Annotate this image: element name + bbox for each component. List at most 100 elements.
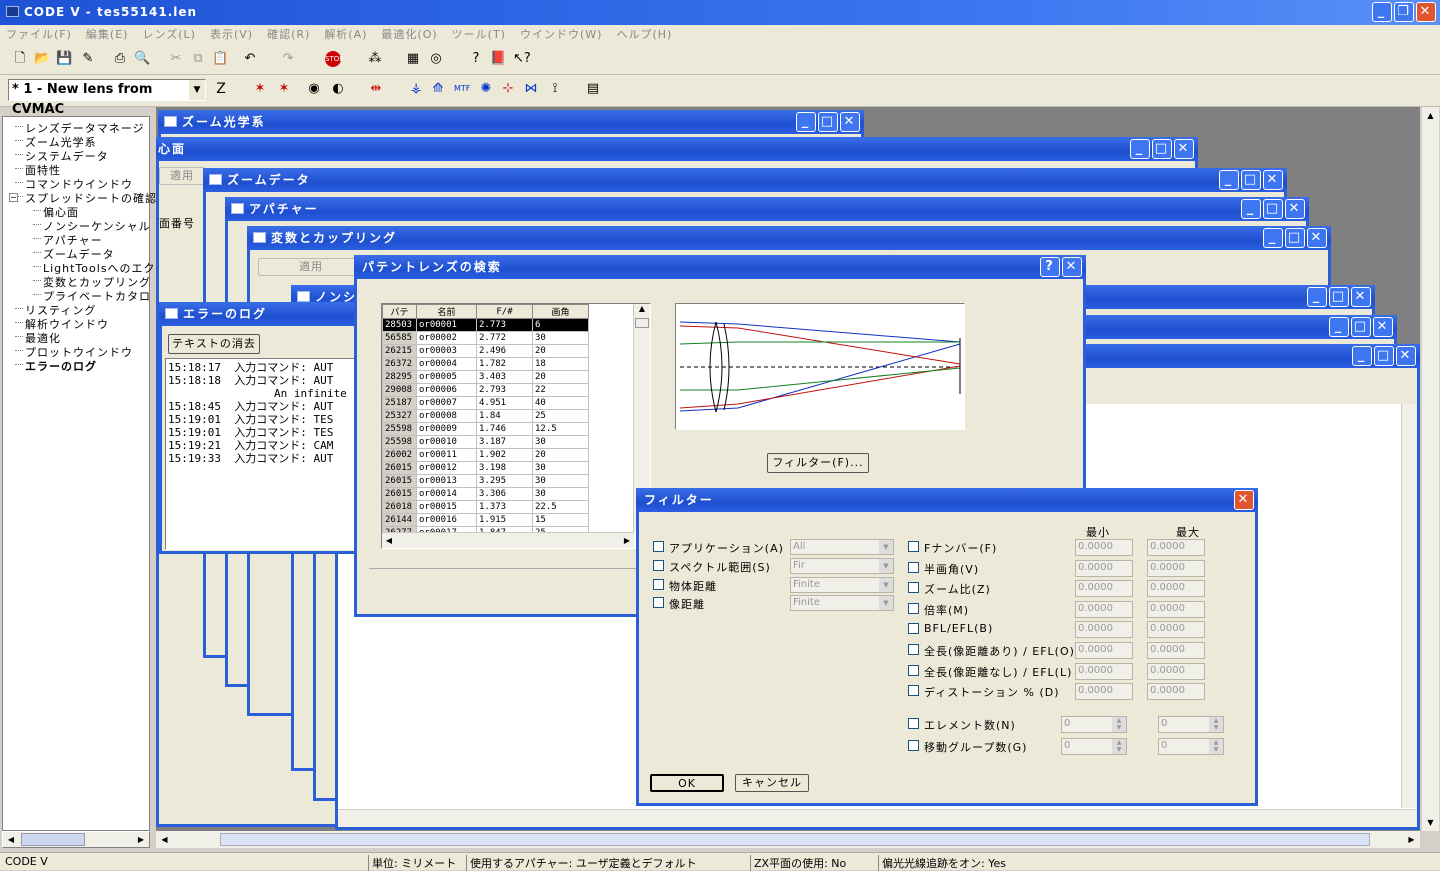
filter-checkbox[interactable]	[908, 740, 919, 751]
tool-icon-8[interactable]: ✺	[478, 81, 494, 97]
table-row[interactable]: 26144 or00016 1.915 15	[382, 513, 589, 527]
notes-icon[interactable]: ▤	[585, 81, 601, 97]
close-icon[interactable]: ✕	[1062, 257, 1082, 277]
filter-select[interactable]: Fir ▼	[790, 558, 894, 574]
max-field[interactable]: 0.0000	[1147, 580, 1205, 598]
filter-checkbox[interactable]	[908, 602, 919, 614]
mdi-hscroll[interactable]: ◀ ▶	[156, 831, 1420, 848]
close-icon[interactable]: ✕	[840, 112, 860, 132]
min-field[interactable]: 0.0000	[1075, 683, 1133, 701]
tool-icon-3[interactable]: ◉	[306, 81, 322, 97]
menu-item[interactable]: 編集(E)	[86, 25, 129, 45]
table-row[interactable]: 25598 or00009 1.746 12.5	[382, 422, 589, 436]
tool-icon-9[interactable]: ⊹	[500, 81, 516, 97]
mtf-icon[interactable]: MTF	[454, 81, 470, 97]
scroll-down-icon[interactable]: ▼	[1422, 814, 1439, 831]
minimize-icon[interactable]: _	[796, 112, 816, 132]
cancel-button[interactable]: キャンセル	[735, 774, 809, 792]
zoom-z-button[interactable]: Z	[213, 81, 229, 97]
scroll-thumb[interactable]	[21, 833, 85, 846]
maximize-icon[interactable]: □	[1152, 139, 1172, 159]
menu-item[interactable]: ファイル(F)	[6, 25, 72, 45]
filter-checkbox[interactable]	[908, 541, 919, 552]
filter-checkbox[interactable]	[908, 718, 919, 729]
scroll-left-icon[interactable]: ◀	[3, 832, 19, 847]
minimize-icon[interactable]: _	[1372, 2, 1392, 22]
scroll-up-icon[interactable]: ▲	[1422, 107, 1439, 124]
min-field[interactable]: 0.0000	[1075, 662, 1133, 680]
maximize-icon[interactable]: □	[1374, 346, 1394, 366]
stop-icon[interactable]: STOP	[325, 51, 343, 67]
menu-item[interactable]: 確認(R)	[267, 25, 310, 45]
filter-checkbox[interactable]	[908, 644, 919, 655]
patent-table[interactable]: パテ 名前 F/# 画角 28503 or00001 2.773 6 56585 or00002 2…	[381, 303, 651, 549]
max-field[interactable]: 0.0000	[1147, 600, 1205, 618]
filter-checkbox[interactable]	[908, 561, 919, 573]
filter-select[interactable]: Finite ▼	[790, 595, 894, 611]
menu-item[interactable]: 最適化(O)	[381, 25, 437, 45]
min-field[interactable]: 0.0000	[1075, 600, 1133, 618]
min-field[interactable]: 0.0000	[1075, 539, 1133, 556]
table-row[interactable]: 26372 or00004 1.782 18	[382, 357, 589, 371]
close-icon[interactable]: ✕	[1307, 228, 1327, 248]
scroll-up-icon[interactable]: ▲	[634, 304, 650, 313]
min-field[interactable]: 0.0000	[1075, 642, 1133, 659]
undo-icon[interactable]: ↶	[242, 51, 258, 67]
close-icon[interactable]: ✕	[1263, 170, 1283, 190]
chevron-down-icon[interactable]: ▼	[879, 540, 893, 554]
table-row[interactable]: 28295 or00005 3.403 20	[382, 370, 589, 384]
filter-checkbox[interactable]	[653, 597, 664, 608]
min-field[interactable]: 0.0000	[1075, 559, 1133, 577]
min-spinner[interactable]: 0 ▲ ▼	[1061, 716, 1127, 733]
redo-icon[interactable]: ↷	[280, 51, 296, 67]
menu-item[interactable]: レンズ(L)	[142, 25, 196, 45]
table-hscroll[interactable]: ◀ ▶	[382, 532, 634, 548]
help-icon[interactable]: ?	[1040, 257, 1060, 277]
menu-item[interactable]: 解析(A)	[324, 25, 367, 45]
tool-icon-1[interactable]: ✶	[252, 81, 268, 97]
minimize-icon[interactable]: _	[1329, 317, 1349, 337]
table-row[interactable]: 26015 or00013 3.295 30	[382, 474, 589, 488]
tool-icon-4[interactable]: ◐	[330, 81, 346, 97]
table-row[interactable]: 25598 or00010 3.187 30	[382, 435, 589, 449]
minimize-icon[interactable]: _	[1130, 139, 1150, 159]
close-icon[interactable]: ✕	[1174, 139, 1194, 159]
table-row[interactable]: 26215 or00003 2.496 20	[382, 344, 589, 358]
chevron-down-icon[interactable]: ▼	[879, 596, 893, 610]
plot-icon[interactable]: ⁂	[367, 51, 383, 67]
menu-item[interactable]: ヘルプ(H)	[616, 25, 672, 45]
spinner-arrows-icon[interactable]: ▲ ▼	[1112, 739, 1126, 754]
tool-icon-7[interactable]: ⟰	[430, 81, 446, 97]
filter-select[interactable]: Finite ▼	[790, 577, 894, 593]
paste-icon[interactable]: 📋	[212, 51, 228, 67]
log-text-area[interactable]: 15:18:17 入力コマンド: AUT 15:18:18 入力コマンド: AUT…	[165, 358, 359, 550]
spinner-arrows-icon[interactable]: ▲ ▼	[1209, 739, 1223, 754]
restore-icon[interactable]: ❐	[1394, 2, 1414, 22]
scroll-thumb[interactable]	[220, 833, 1370, 846]
chevron-down-icon[interactable]: ▼	[879, 578, 893, 592]
new-file-icon[interactable]: 🗋	[12, 51, 28, 67]
max-field[interactable]: 0.0000	[1147, 642, 1205, 659]
tree-item[interactable]: エラーのログ	[25, 358, 97, 374]
max-field[interactable]: 0.0000	[1147, 683, 1205, 701]
maximize-icon[interactable]: □	[1351, 317, 1371, 337]
table-row[interactable]: 26018 or00015 1.373 22.5	[382, 500, 589, 514]
close-icon[interactable]: ✕	[1234, 490, 1254, 510]
maximize-icon[interactable]: □	[1285, 228, 1305, 248]
filter-checkbox[interactable]	[908, 623, 919, 635]
table-row[interactable]: 25327 or00008 1.84 25	[382, 409, 589, 423]
tool-icon-6[interactable]: ⚶	[408, 81, 424, 97]
scroll-thumb[interactable]	[635, 318, 649, 328]
table-row[interactable]: 25187 or00007 4.951 40	[382, 396, 589, 410]
max-field[interactable]: 0.0000	[1147, 539, 1205, 556]
filter-checkbox[interactable]	[908, 685, 919, 697]
print-icon[interactable]: ⎙	[112, 51, 128, 67]
min-spinner[interactable]: 0 ▲ ▼	[1061, 738, 1127, 755]
menu-item[interactable]: 表示(V)	[210, 25, 253, 45]
scroll-right-icon[interactable]: ▶	[133, 832, 149, 847]
context-help-icon[interactable]: ↖?	[513, 51, 531, 67]
max-spinner[interactable]: 0 ▲ ▼	[1158, 738, 1224, 755]
spinner-arrows-icon[interactable]: ▲ ▼	[1112, 717, 1126, 732]
lens-view-icon[interactable]: ◎	[428, 51, 444, 67]
help-icon[interactable]: ?	[468, 51, 484, 67]
